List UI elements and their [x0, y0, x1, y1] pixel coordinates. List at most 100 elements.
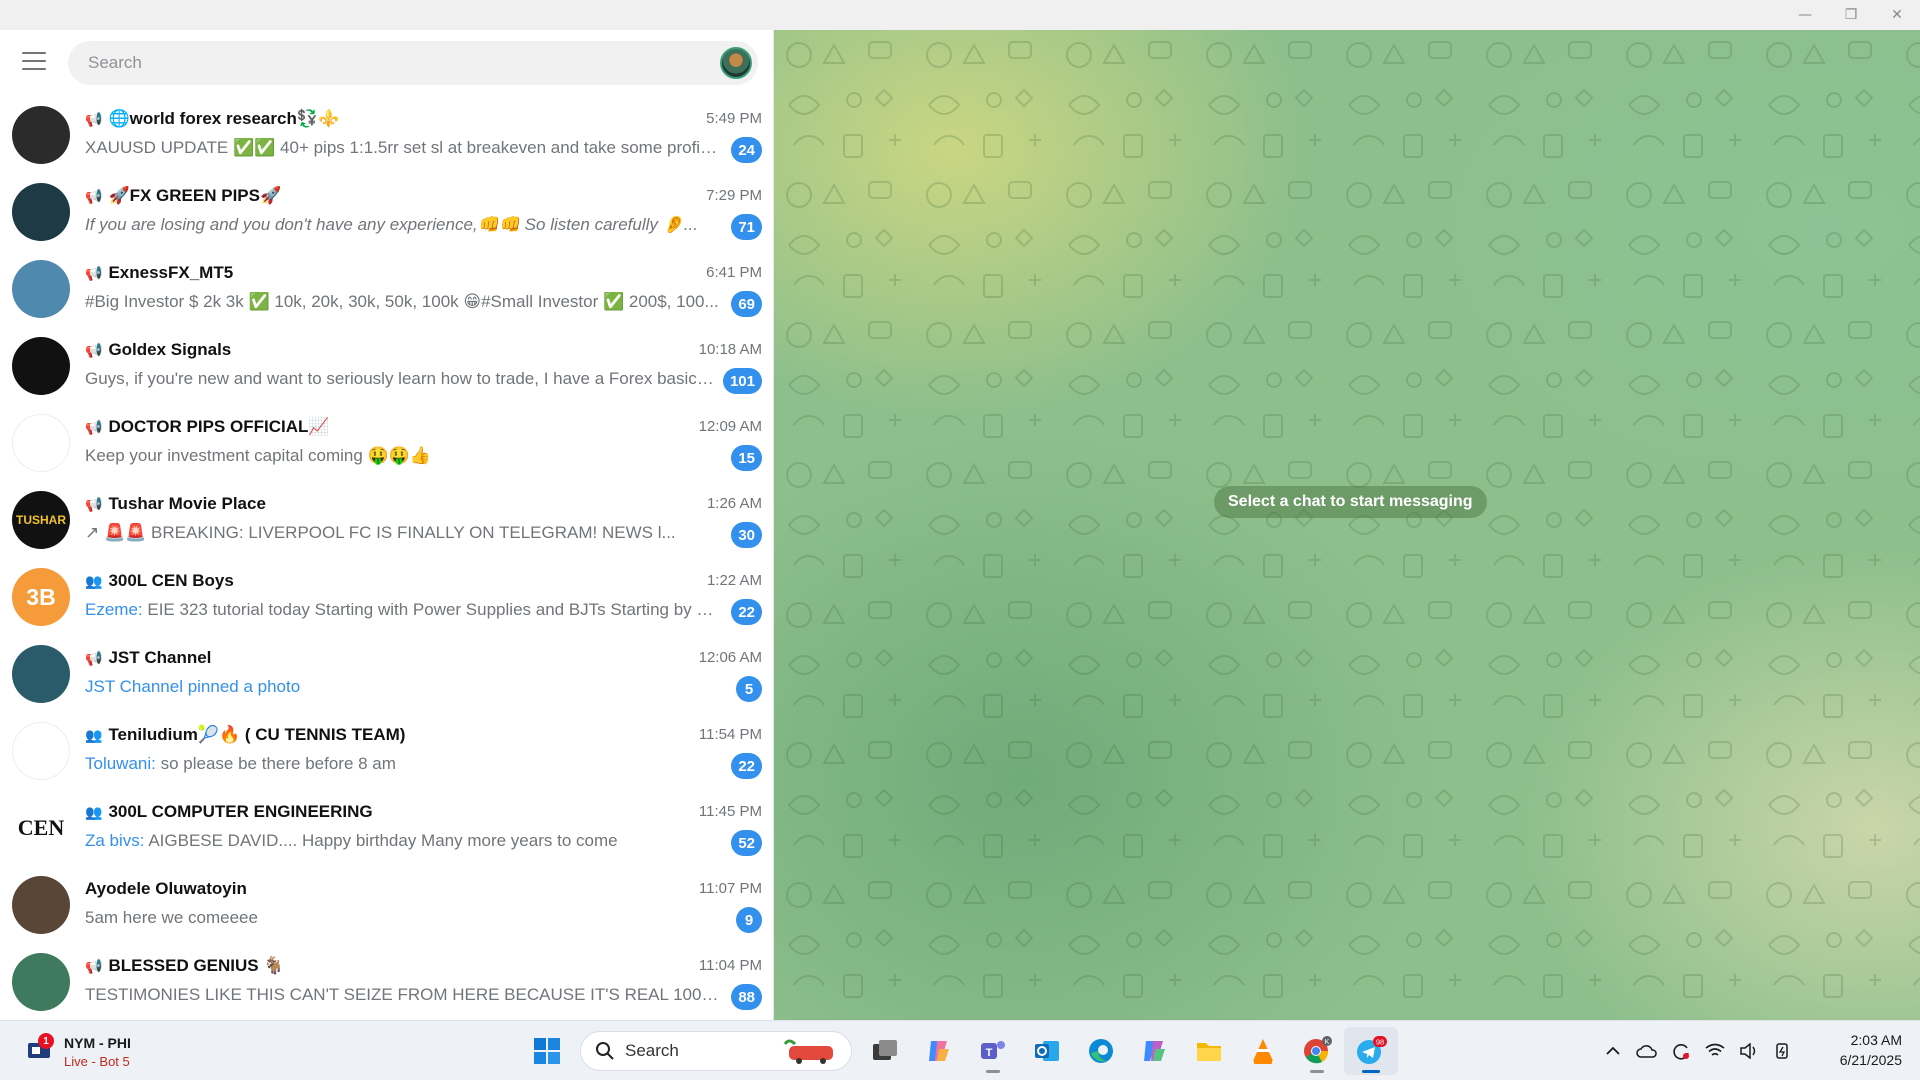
onedrive-icon[interactable]: [1630, 1035, 1664, 1067]
unread-badge: 101: [722, 368, 762, 394]
chat-time: 11:54 PM: [698, 726, 762, 743]
restore-button[interactable]: ❐: [1828, 0, 1874, 30]
chat-preview: If you are losing and you don't have any…: [85, 215, 720, 237]
chat-time: 11:07 PM: [698, 880, 762, 897]
teams-icon: T: [981, 1041, 1005, 1059]
chat-preview-text: XAUUSD UPDATE ✅✅ 40+ pips 1:1.5rr set sl…: [85, 138, 720, 157]
chat-avatar: [12, 722, 70, 780]
avatar-initials: 3B: [26, 583, 56, 610]
chat-sender: Ezeme:: [85, 600, 143, 619]
chat-time: 12:09 AM: [698, 418, 762, 435]
chat-title: 📢 🚀FX GREEN PIPS🚀: [85, 185, 605, 207]
chat-time: 6:41 PM: [706, 264, 762, 281]
m365-app[interactable]: [1128, 1027, 1182, 1075]
group-icon: 👥: [85, 726, 103, 743]
task-view-button[interactable]: [858, 1027, 912, 1075]
chat-row[interactable]: CEN 👥 300L COMPUTER ENGINEERING 11:45 PM Za …: [0, 795, 773, 872]
chat-title-text: Ayodele Oluwatoyin: [85, 879, 247, 898]
start-button[interactable]: [520, 1027, 574, 1075]
outlook-app[interactable]: [1020, 1027, 1074, 1075]
chat-preview-text: Guys, if you're new and want to seriousl…: [85, 369, 720, 388]
chat-row[interactable]: 3B 👥 300L CEN Boys 1:22 AM Ezeme: EIE 323 tu…: [0, 564, 773, 641]
widget-notification-badge: 1: [38, 1033, 54, 1049]
widget-title: NYM - PHI: [64, 1035, 131, 1051]
doodle-pattern: [774, 30, 1920, 1020]
chat-preview: ↗ 🚨🚨 BREAKING: LIVERPOOL FC IS FINALLY O…: [85, 523, 720, 545]
unread-badge: 24: [731, 137, 762, 163]
chat-row[interactable]: 👥 Teniludium🎾🔥 ( CU TENNIS TEAM) 11:54 PM T…: [0, 718, 773, 795]
telegram-unread-badge: 98: [1376, 1038, 1384, 1047]
chat-title: 📢 Goldex Signals: [85, 339, 605, 361]
chat-preview: TESTIMONIES LIKE THIS CAN'T SEIZE FROM H…: [85, 985, 720, 1007]
chat-row[interactable]: 📢 🚀FX GREEN PIPS🚀 7:29 PM If you are losing…: [0, 179, 773, 256]
chat-preview-text: Keep your investment capital coming 🤑🤑👍: [85, 446, 432, 465]
unread-badge: 30: [731, 522, 762, 548]
close-button[interactable]: ✕: [1874, 0, 1920, 30]
chat-avatar: [12, 183, 70, 241]
chat-preview: Ezeme: EIE 323 tutorial today Starting w…: [85, 600, 720, 622]
chat-preview: Keep your investment capital coming 🤑🤑👍: [85, 446, 720, 468]
taskbar: 1 NYM - PHI Live - Bot 5 Search T K 98 2…: [0, 1020, 1920, 1080]
megaphone-icon: 📢: [85, 341, 103, 358]
vlc-icon: [1253, 1039, 1273, 1064]
chat-time: 12:06 AM: [698, 649, 762, 666]
chat-preview: 5am here we comeeee: [85, 908, 720, 930]
megaphone-icon: 📢: [85, 957, 103, 974]
chat-title: 📢 Tushar Movie Place: [85, 493, 605, 515]
battery-icon[interactable]: [1766, 1035, 1800, 1067]
chrome-app[interactable]: K: [1290, 1027, 1344, 1075]
chat-avatar: [12, 645, 70, 703]
search-input[interactable]: [88, 41, 688, 85]
unread-badge: 22: [731, 753, 762, 779]
chat-avatar: TUSHAR: [12, 491, 70, 549]
search-box: [68, 41, 758, 85]
copilot-app[interactable]: [912, 1027, 966, 1075]
avatar-initials: CEN: [17, 815, 65, 840]
hamburger-menu-icon[interactable]: [22, 52, 46, 70]
edge-app[interactable]: [1074, 1027, 1128, 1075]
chat-preview-text: EIE 323 tutorial today Starting with Pow…: [142, 600, 720, 619]
chat-row[interactable]: TUSHAR 📢 Tushar Movie Place 1:26 AM ↗ 🚨🚨 BRE…: [0, 487, 773, 564]
unread-badge: 88: [731, 984, 762, 1010]
chat-title-text: Teniludium🎾🔥 ( CU TENNIS TEAM): [108, 725, 406, 744]
task-view-icon: [873, 1040, 897, 1060]
chat-avatar: [12, 953, 70, 1011]
chat-time: 7:29 PM: [706, 187, 762, 204]
chat-avatar: [12, 876, 70, 934]
telegram-app[interactable]: 98: [1344, 1027, 1398, 1075]
file-explorer-app[interactable]: [1182, 1027, 1236, 1075]
telegram-running-indicator: [1362, 1070, 1380, 1073]
system-clock[interactable]: 2:03 AM 6/21/2025: [1840, 1030, 1902, 1070]
sync-icon[interactable]: [1664, 1035, 1698, 1067]
chat-sender: Toluwani:: [85, 754, 156, 773]
taskbar-search[interactable]: Search: [580, 1031, 852, 1071]
megaphone-icon: 📢: [85, 110, 103, 127]
minimize-button[interactable]: —: [1782, 0, 1828, 30]
chat-title: 👥 Teniludium🎾🔥 ( CU TENNIS TEAM): [85, 724, 605, 746]
story-avatar[interactable]: [720, 47, 752, 79]
chrome-profile-badge: K: [1325, 1039, 1330, 1046]
chat-title-text: Tushar Movie Place: [108, 494, 266, 513]
chat-row[interactable]: 📢 Goldex Signals 10:18 AM Guys, if you're n…: [0, 333, 773, 410]
wifi-icon[interactable]: [1698, 1035, 1732, 1067]
chevron-up-icon[interactable]: [1596, 1035, 1630, 1067]
chat-row[interactable]: 📢 BLESSED GENIUS 🐐 11:04 PM TESTIMONIES LIK…: [0, 949, 773, 1020]
chat-row[interactable]: 📢 JST Channel 12:06 AM JST Channel pinned a…: [0, 641, 773, 718]
teams-app[interactable]: T: [966, 1027, 1020, 1075]
chat-area: Select a chat to start messaging: [774, 30, 1920, 1020]
weather-widget[interactable]: 1 NYM - PHI Live - Bot 5: [22, 1033, 182, 1073]
microsoft-365-icon: [1144, 1041, 1165, 1061]
chrome-icon: K: [1304, 1036, 1332, 1064]
clock-date: 6/21/2025: [1839, 1052, 1902, 1068]
megaphone-icon: 📢: [85, 649, 103, 666]
chat-row[interactable]: 📢 🌐world forex research💱⚜️ 5:49 PM XAUUSD U…: [0, 102, 773, 179]
chat-row[interactable]: Ayodele Oluwatoyin 11:07 PM 5am here we co…: [0, 872, 773, 949]
vlc-app[interactable]: [1236, 1027, 1290, 1075]
chat-row[interactable]: 📢 DOCTOR PIPS OFFICIAL📈 12:09 AM Keep your …: [0, 410, 773, 487]
empty-state-message: Select a chat to start messaging: [1214, 486, 1487, 518]
chat-title: 👥 300L CEN Boys: [85, 570, 605, 592]
avatar-initials: TUSHAR: [16, 513, 66, 527]
volume-icon[interactable]: [1732, 1035, 1766, 1067]
chat-row[interactable]: 📢 ExnessFX_MT5 6:41 PM #Big Investor $ 2k 3…: [0, 256, 773, 333]
chat-preview-text: so please be there before 8 am: [155, 754, 396, 773]
